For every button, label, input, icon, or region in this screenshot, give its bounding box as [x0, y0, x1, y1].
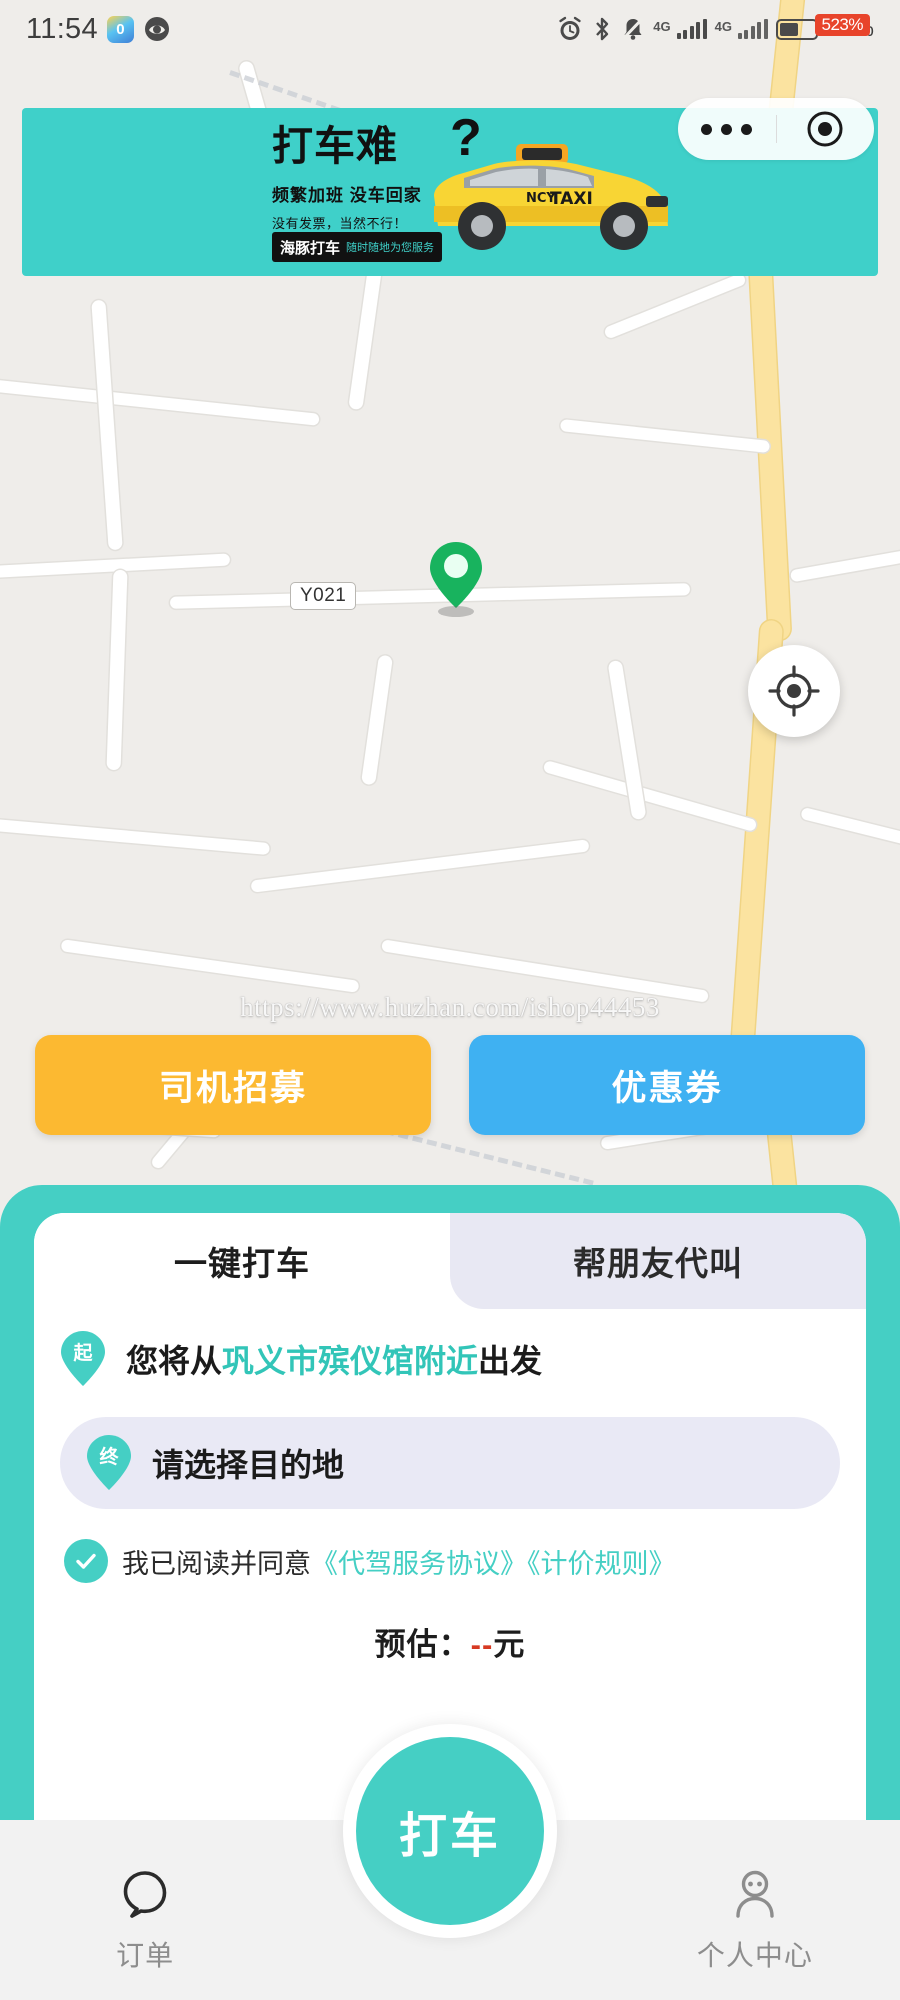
map-road [0, 376, 320, 426]
agreement-text: 我已阅读并同意《代驾服务协议》《计价规则》 [122, 1542, 676, 1581]
nav-item-profile[interactable]: 个人中心 [610, 1866, 900, 2000]
price-estimate: 预估：--元 [34, 1619, 866, 1664]
destination-placeholder: 请选择目的地 [152, 1447, 345, 1483]
agreement-link-pricing[interactable]: 《计价规则》 [527, 1549, 676, 1579]
nav-label-orders: 订单 [116, 1940, 175, 1971]
estimate-label: 预估： [374, 1627, 471, 1662]
mute-bell-icon [621, 16, 645, 42]
call-taxi-label: 打车 [398, 1810, 501, 1863]
banner-brand-name: 海豚打车 [280, 239, 341, 257]
alarm-icon [557, 16, 583, 42]
bluetooth-icon [591, 16, 613, 42]
eye-icon [143, 15, 171, 43]
map-road [603, 272, 747, 340]
close-target-icon[interactable] [777, 109, 875, 149]
origin-prefix: 您将从 [126, 1343, 223, 1379]
map-road [91, 299, 123, 551]
pin-icon [430, 542, 482, 608]
destination-row[interactable]: 终 请选择目的地 [60, 1417, 840, 1509]
check-icon [76, 1553, 96, 1569]
status-bar: 11:54 0 4G 4G 523% [0, 0, 900, 58]
estimate-unit: 元 [493, 1627, 526, 1662]
svg-text:TAXI: TAXI [550, 189, 593, 209]
miniprogram-capsule[interactable] [678, 98, 874, 160]
more-menu-icon[interactable] [678, 123, 776, 135]
map-road [106, 569, 128, 771]
origin-row[interactable]: 起 您将从巩义市殡仪馆附近出发 [34, 1309, 866, 1409]
network-type-label: 4G [653, 19, 671, 34]
nav-label-profile: 个人中心 [696, 1940, 813, 1971]
agreement-prefix: 我已阅读并同意 [122, 1548, 311, 1579]
map-road [542, 759, 758, 833]
network-type-label-2: 4G [714, 19, 732, 34]
pin-shadow [438, 606, 474, 617]
map-road [559, 419, 771, 453]
tab-book-for-friend[interactable]: 帮朋友代叫 [450, 1213, 866, 1309]
status-bar-left: 11:54 0 [26, 13, 171, 46]
chat-bubble-icon [123, 1871, 167, 1918]
destination-pin-text: 终 [99, 1447, 119, 1468]
person-icon [736, 1870, 774, 1918]
call-taxi-button[interactable]: 打车 [343, 1724, 557, 1938]
origin-place: 巩义市殡仪馆附近 [222, 1343, 479, 1379]
signal-icon [676, 19, 707, 39]
taxi-car-illustration: NCY TAXI [434, 144, 668, 250]
origin-text: 您将从巩义市殡仪馆附近出发 [126, 1336, 542, 1382]
origin-suffix: 出发 [478, 1343, 543, 1379]
estimate-value: -- [470, 1627, 494, 1662]
map-road [250, 839, 590, 893]
map-road [789, 549, 900, 583]
map-road [607, 659, 647, 821]
map-road [0, 816, 270, 856]
origin-pin-text: 起 [73, 1343, 93, 1364]
site-watermark: https://www.huzhan.com/ishop44453 [240, 992, 660, 1022]
signal-icon-2 [737, 19, 768, 39]
agreement-checkbox[interactable] [64, 1539, 108, 1583]
nav-item-orders[interactable]: 订单 [0, 1866, 290, 2000]
app-icon: 0 [106, 15, 134, 43]
map-road [747, 219, 791, 641]
battery-icon [775, 18, 822, 40]
notification-badge: 523% [814, 14, 870, 36]
quick-action-row: 司机招募 优惠券 [0, 1035, 900, 1135]
tab-one-click-ride[interactable]: 一键打车 [34, 1213, 450, 1309]
crosshair-icon [768, 665, 820, 717]
map-road [800, 806, 900, 846]
agreement-row[interactable]: 我已阅读并同意《代驾服务协议》《计价规则》 [34, 1509, 866, 1583]
status-clock: 11:54 [26, 12, 98, 45]
agreement-link-service[interactable]: 《代驾服务协议》 [311, 1549, 527, 1579]
map-road [361, 654, 393, 786]
booking-tabs: 一键打车 帮朋友代叫 [34, 1213, 866, 1309]
map-road [60, 939, 360, 993]
destination-pin-badge: 终 [86, 1434, 132, 1492]
driver-recruit-button[interactable]: 司机招募 [35, 1035, 431, 1135]
coupon-button[interactable]: 优惠券 [469, 1035, 865, 1135]
locate-me-button[interactable] [748, 645, 840, 737]
origin-pin-badge: 起 [60, 1330, 106, 1388]
map-road-label: Y021 [290, 582, 357, 610]
origin-pin [427, 540, 485, 617]
